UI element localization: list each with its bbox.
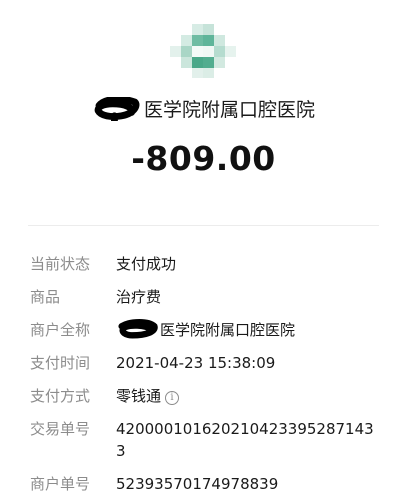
divider [28, 225, 379, 226]
redaction-scribble [118, 319, 158, 339]
merchant-full-name-value-wrap: 医学院附属口腔医院 [116, 319, 379, 341]
status-value: 支付成功 [116, 255, 177, 273]
merchant-order-id-value: 52393570174978839 [116, 475, 279, 493]
pay-time-value: 2021-04-23 15:38:09 [116, 354, 276, 372]
merchant-full-name-value: 医学院附属口腔医院 [160, 321, 296, 339]
pay-method-value: 零钱通 [116, 387, 162, 405]
pay-method-value-wrap: 零钱通 i [116, 385, 379, 407]
product-label: 商品 [30, 288, 61, 306]
pay-time-label: 支付时间 [30, 354, 91, 372]
status-label: 当前状态 [30, 255, 91, 273]
redaction-scribble [94, 97, 140, 121]
pay-method-label: 支付方式 [30, 387, 91, 405]
merchant-name-text: 医学院附属口腔医院 [143, 99, 315, 121]
merchant-logo-icon [170, 24, 236, 78]
merchant-order-id-label: 商户单号 [30, 475, 91, 493]
payment-amount: -809.00 [131, 139, 276, 178]
transaction-id-value: 4200001016202104233952871433 [116, 420, 374, 460]
merchant-name: 医学院附属口腔医院 [0, 96, 407, 124]
merchant-full-name-label: 商户全称 [30, 321, 91, 339]
info-icon[interactable]: i [165, 391, 180, 405]
product-value: 治疗费 [116, 288, 162, 306]
transaction-id-label: 交易单号 [30, 420, 91, 438]
